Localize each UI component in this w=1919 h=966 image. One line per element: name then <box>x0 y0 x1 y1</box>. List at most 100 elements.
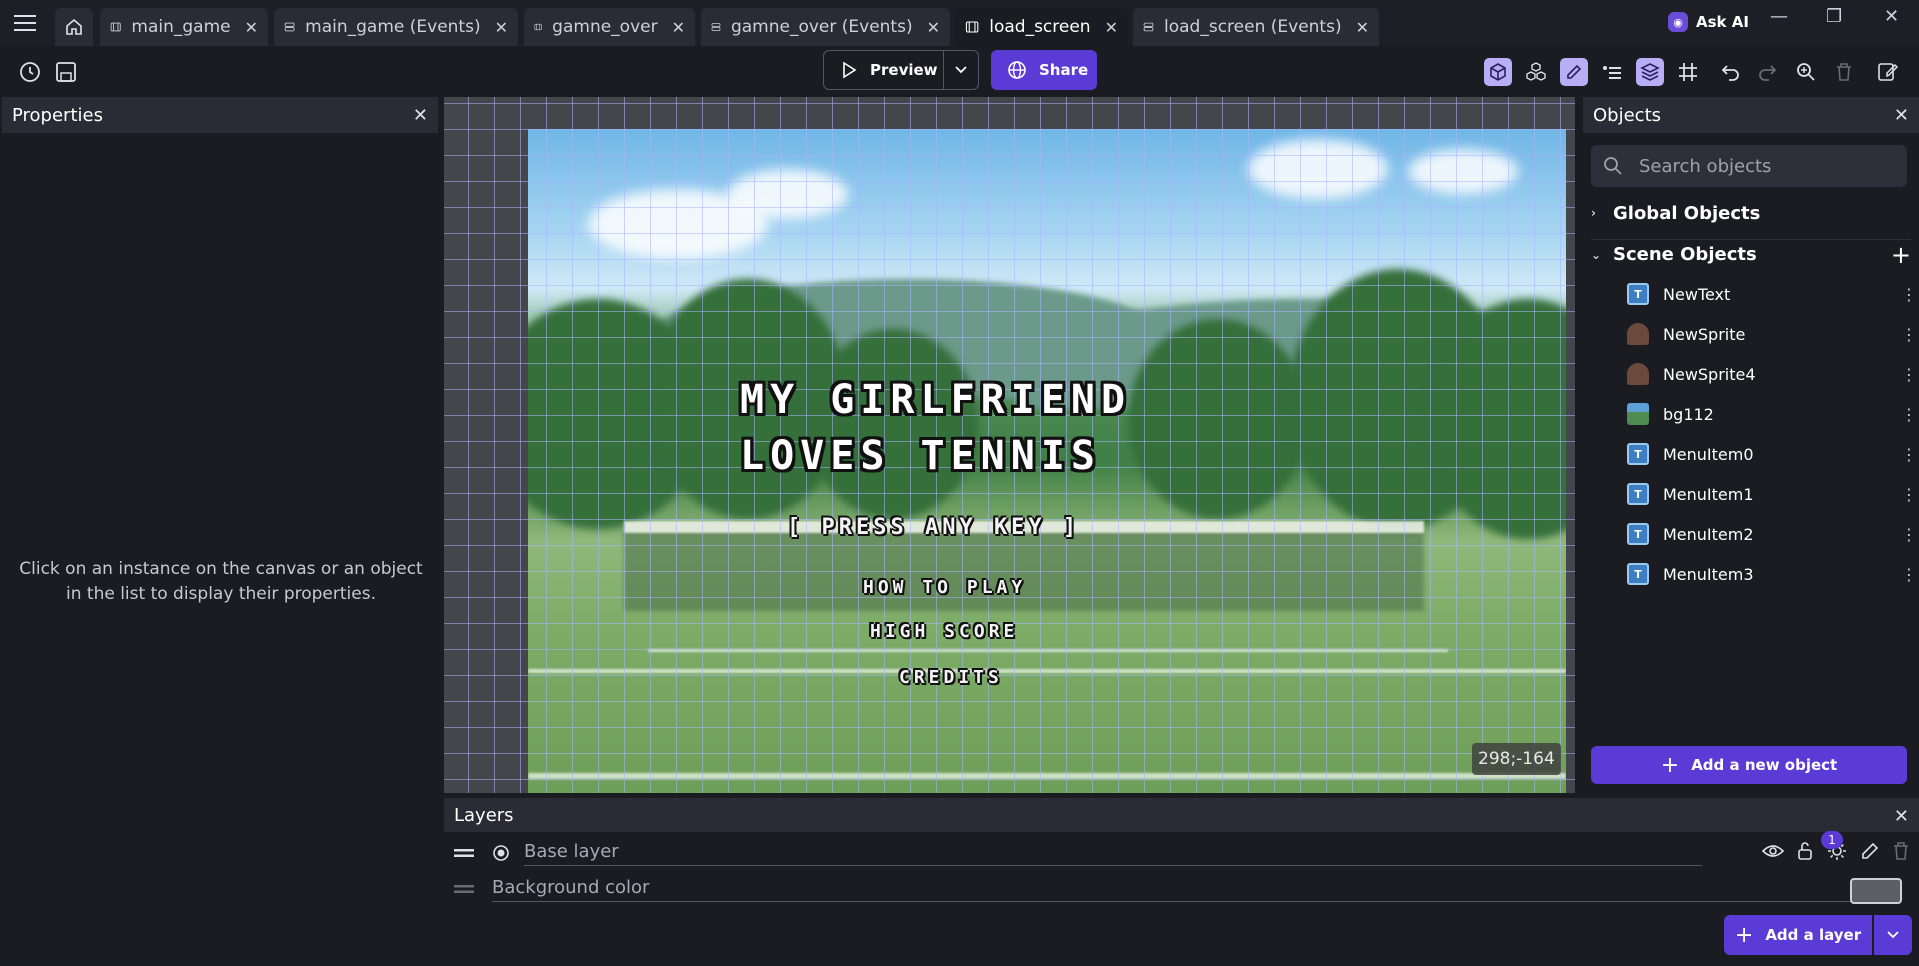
list-item[interactable]: NewSprite4 ⋮ <box>1627 354 1917 394</box>
scene-icon <box>965 21 979 33</box>
more-vertical-icon[interactable]: ⋮ <box>1901 405 1917 424</box>
more-vertical-icon[interactable]: ⋮ <box>1901 445 1917 464</box>
base-layer-row[interactable]: Base layer <box>454 836 1910 870</box>
ask-ai-button[interactable]: ◉ Ask AI <box>1668 12 1749 32</box>
game-title-line1[interactable]: MY GIRLFRIEND <box>740 377 1131 423</box>
add-new-object-button[interactable]: + Add a new object <box>1591 746 1907 784</box>
close-icon[interactable]: ✕ <box>1356 18 1369 37</box>
close-icon[interactable]: ✕ <box>245 18 258 37</box>
menu-item-credits[interactable]: CREDITS <box>899 667 1003 688</box>
preview-options-button[interactable] <box>943 50 979 90</box>
trash-icon[interactable] <box>1830 58 1858 86</box>
list-item[interactable]: T MenuItem3 ⋮ <box>1627 554 1917 594</box>
close-icon[interactable]: ✕ <box>1894 105 1909 126</box>
play-icon <box>843 61 857 79</box>
hamburger-menu-icon[interactable] <box>14 14 36 32</box>
layers-icon[interactable] <box>1636 58 1664 86</box>
more-vertical-icon[interactable]: ⋮ <box>1901 325 1917 344</box>
plus-icon: + <box>1660 752 1680 778</box>
close-icon[interactable]: ✕ <box>413 105 428 126</box>
object-groups-icon[interactable] <box>1598 58 1626 86</box>
edit-pencil-icon[interactable] <box>1560 58 1588 86</box>
more-vertical-icon[interactable]: ⋮ <box>1901 525 1917 544</box>
close-icon[interactable]: ✕ <box>672 18 685 37</box>
global-objects-group[interactable]: › Global Objects <box>1591 198 1911 228</box>
redo-icon[interactable] <box>1754 58 1782 86</box>
game-title-line2[interactable]: LOVES TENNIS <box>740 433 1101 479</box>
share-button[interactable]: Share <box>991 50 1097 90</box>
add-object-label: Add a new object <box>1691 756 1838 774</box>
list-item[interactable]: T MenuItem0 ⋮ <box>1627 434 1917 474</box>
object-name: NewSprite <box>1663 324 1746 344</box>
properties-hint: Click on an instance on the canvas or an… <box>19 559 423 604</box>
add-icon[interactable]: + <box>1891 241 1911 269</box>
add-layer-options-button[interactable] <box>1874 915 1912 955</box>
add-layer-button[interactable]: + Add a layer <box>1724 915 1872 955</box>
panel-title: Layers <box>454 804 514 826</box>
preview-button[interactable]: Preview <box>823 50 944 90</box>
more-vertical-icon[interactable]: ⋮ <box>1901 365 1917 384</box>
drag-handle-icon <box>454 885 474 893</box>
events-icon <box>1143 22 1154 32</box>
radio-selected-icon[interactable] <box>492 844 510 862</box>
tab-load-screen-events[interactable]: load_screen (Events) ✕ <box>1133 8 1379 46</box>
object-name: bg112 <box>1663 404 1714 424</box>
close-icon[interactable]: ✕ <box>927 18 940 37</box>
search-icon <box>1604 157 1622 175</box>
background-color-swatch[interactable] <box>1850 878 1902 904</box>
zoom-icon[interactable] <box>1792 58 1820 86</box>
scene-objects-group[interactable]: ⌄ Scene Objects + <box>1591 239 1911 269</box>
history-icon[interactable] <box>16 58 44 86</box>
tab-main-game-events[interactable]: main_game (Events) ✕ <box>274 8 518 46</box>
background-color-row[interactable]: Background color <box>454 872 1910 906</box>
text-object-icon: T <box>1627 483 1649 505</box>
tab-load-screen[interactable]: load_screen ✕ <box>955 8 1128 46</box>
scene-icon <box>534 23 542 31</box>
tab-gamne-over-events[interactable]: gamne_over (Events) ✕ <box>701 8 950 46</box>
robot-icon: ◉ <box>1668 12 1688 32</box>
unlock-icon[interactable] <box>1796 841 1814 861</box>
eye-icon[interactable] <box>1762 843 1784 859</box>
press-any-key-text[interactable]: [ PRESS ANY KEY ] <box>787 515 1080 540</box>
menu-item-how-to-play[interactable]: HOW TO PLAY <box>863 577 1026 598</box>
save-icon[interactable] <box>52 58 80 86</box>
list-item[interactable]: T MenuItem1 ⋮ <box>1627 474 1917 514</box>
object-name: MenuItem1 <box>1663 484 1754 504</box>
home-tab[interactable] <box>55 8 93 46</box>
scene-canvas[interactable]: MY GIRLFRIEND LOVES TENNIS [ PRESS ANY K… <box>444 97 1575 793</box>
close-icon[interactable]: ✕ <box>1105 18 1118 37</box>
text-object-icon: T <box>1627 283 1649 305</box>
more-vertical-icon[interactable]: ⋮ <box>1901 565 1917 584</box>
tab-gamne-over[interactable]: gamne_over ✕ <box>524 8 695 46</box>
edit-pencil-icon[interactable] <box>1860 841 1880 861</box>
panel-title: Properties <box>12 104 103 126</box>
layer-name[interactable]: Base layer <box>524 841 1702 866</box>
tab-bar: main_game ✕ main_game (Events) ✕ gamne_o… <box>0 0 1919 46</box>
list-item[interactable]: bg112 ⋮ <box>1627 394 1917 434</box>
trash-icon[interactable] <box>1892 841 1910 861</box>
window-close-icon[interactable]: ✕ <box>1884 6 1899 27</box>
text-object-icon: T <box>1627 443 1649 465</box>
tab-main-game[interactable]: main_game ✕ <box>100 8 268 46</box>
more-vertical-icon[interactable]: ⋮ <box>1901 485 1917 504</box>
maximize-icon[interactable]: ❐ <box>1826 6 1842 27</box>
drag-handle-icon[interactable] <box>454 848 474 858</box>
close-icon[interactable]: ✕ <box>1894 806 1909 827</box>
instances-list-icon[interactable] <box>1522 58 1550 86</box>
objects-header: Objects ✕ <box>1583 97 1919 133</box>
close-icon[interactable]: ✕ <box>495 18 508 37</box>
scene-properties-icon[interactable] <box>1874 58 1902 86</box>
undo-icon[interactable] <box>1716 58 1744 86</box>
list-item[interactable]: T NewText ⋮ <box>1627 274 1917 314</box>
list-item[interactable]: NewSprite ⋮ <box>1627 314 1917 354</box>
more-vertical-icon[interactable]: ⋮ <box>1901 285 1917 304</box>
list-item[interactable]: T MenuItem2 ⋮ <box>1627 514 1917 554</box>
menu-item-high-score[interactable]: HIGH SCORE <box>870 621 1018 642</box>
objects-panel: Objects ✕ › Global Objects ⌄ Scene Objec… <box>1583 97 1919 793</box>
3d-mode-icon[interactable] <box>1484 58 1512 86</box>
text-object-icon: T <box>1627 563 1649 585</box>
group-label: Scene Objects <box>1613 244 1757 265</box>
search-input[interactable] <box>1639 155 1889 177</box>
grid-icon[interactable] <box>1674 58 1702 86</box>
minimize-icon[interactable]: — <box>1770 6 1788 27</box>
